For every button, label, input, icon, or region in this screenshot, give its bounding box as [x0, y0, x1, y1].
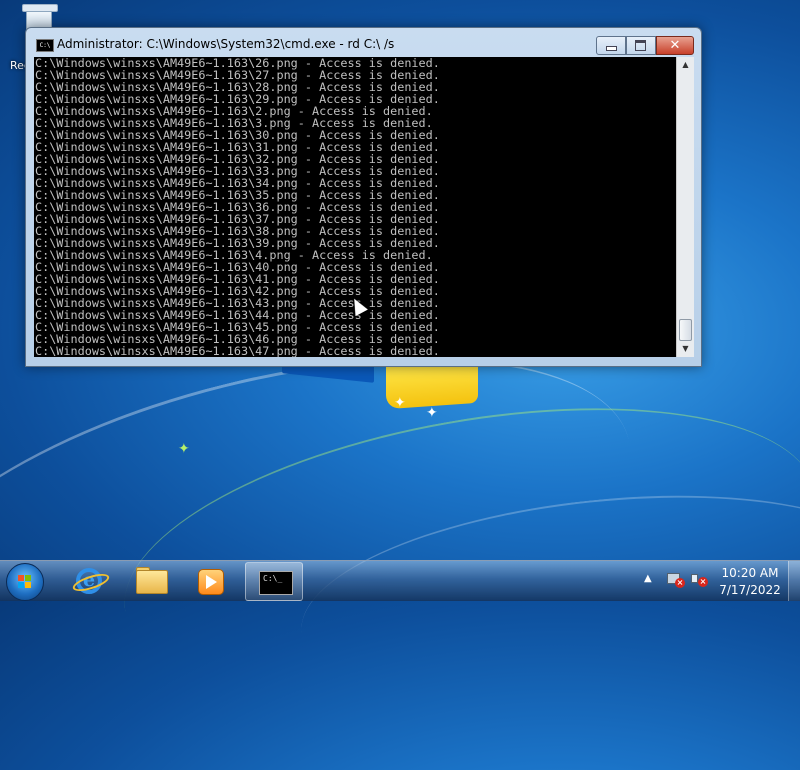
folder-icon — [136, 570, 168, 594]
minimize-icon — [606, 46, 617, 51]
cmd-icon: C:\ — [36, 39, 54, 52]
title-bar[interactable]: C:\ Administrator: C:\Windows\System32\c… — [26, 28, 701, 58]
sparkle-icon: ✦ — [178, 441, 190, 457]
system-clock[interactable]: 10:20 AM 7/17/2022 — [716, 565, 784, 599]
vertical-scrollbar[interactable]: ▲ ▼ — [676, 57, 694, 357]
media-player-icon — [198, 569, 224, 595]
clock-time: 10:20 AM — [721, 566, 779, 580]
taskbar-command-prompt[interactable]: C:\_ — [245, 562, 303, 601]
windows-logo-icon — [18, 575, 32, 589]
sparkle-icon: ✦ — [426, 405, 438, 421]
console-line: C:\Windows\winsxs\AM49E6~1.163\47.png - … — [35, 344, 440, 357]
scroll-down-arrow-icon[interactable]: ▼ — [677, 341, 694, 357]
start-button[interactable] — [6, 563, 44, 601]
cmd-window[interactable]: C:\ Administrator: C:\Windows\System32\c… — [25, 27, 702, 367]
maximize-button[interactable] — [626, 36, 656, 55]
cmd-icon: C:\_ — [259, 571, 293, 595]
clock-date: 7/17/2022 — [719, 583, 781, 597]
close-icon: ✕ — [669, 38, 681, 53]
maximize-icon — [635, 40, 646, 51]
taskbar-media-player[interactable] — [182, 562, 238, 599]
show-hidden-icons-button[interactable]: ▲ — [644, 573, 652, 584]
volume-muted-icon[interactable]: × — [690, 570, 708, 588]
taskbar-internet-explorer[interactable]: e — [62, 562, 118, 599]
close-button[interactable]: ✕ — [656, 36, 694, 55]
window-title: Administrator: C:\Windows\System32\cmd.e… — [57, 37, 395, 51]
sparkle-icon: ✦ — [394, 395, 406, 411]
minimize-button[interactable] — [596, 36, 626, 55]
scrollbar-thumb[interactable] — [679, 319, 692, 341]
taskbar-windows-explorer[interactable] — [122, 562, 178, 599]
network-error-icon[interactable]: × — [667, 570, 685, 588]
scroll-up-arrow-icon[interactable]: ▲ — [677, 57, 694, 73]
taskbar: e C:\_ ▲ × × 10:20 AM 7/17/2022 — [0, 560, 800, 601]
show-desktop-button[interactable] — [788, 561, 800, 601]
